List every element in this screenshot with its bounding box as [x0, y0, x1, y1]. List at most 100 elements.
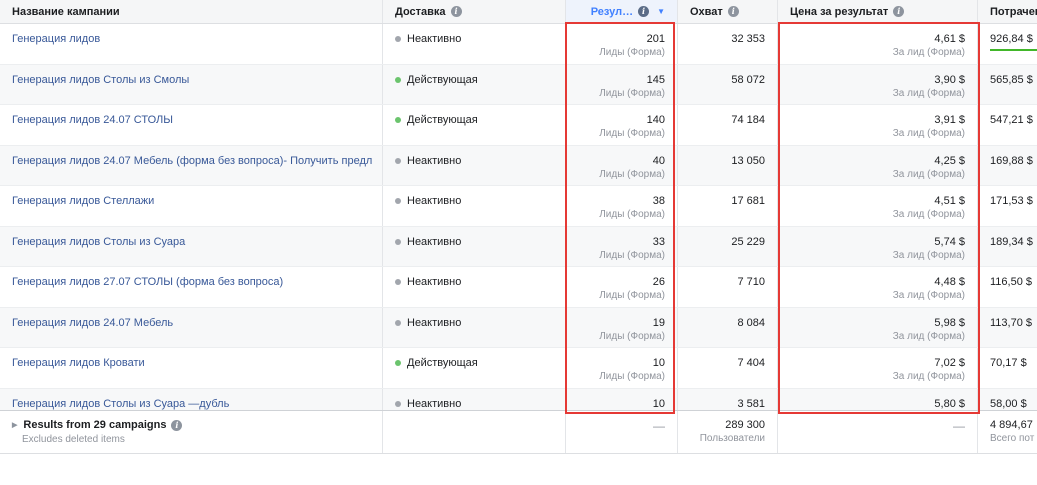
results-value: 19	[652, 316, 665, 329]
campaign-name-link[interactable]: Генерация лидов 24.07 Мебель	[12, 317, 173, 329]
status-dot-icon	[395, 360, 401, 366]
header-delivery[interactable]: Доставка i	[382, 0, 565, 23]
reach-value: 3 581	[737, 397, 765, 410]
cost-value: 4,61 $	[934, 33, 965, 45]
spent-cell: 113,70 $	[977, 307, 1037, 347]
results-value: 26	[652, 276, 665, 288]
delivery-cell: Неактивно	[382, 24, 565, 64]
campaign-name-cell: Генерация лидов Столы из Суара —дубль	[0, 389, 382, 411]
reach-value: 13 050	[731, 154, 765, 167]
delivery-cell: Неактивно	[382, 186, 565, 226]
cost-cell: 5,80 $	[777, 388, 977, 410]
table-row[interactable]: Генерация лидов Кровати Действующая 10 Л…	[0, 348, 1037, 389]
status-dot-icon	[395, 76, 401, 83]
reach-cell: 58 072	[677, 64, 777, 104]
spent-value: 116,50 $	[990, 276, 1033, 288]
reach-value: 58 072	[731, 73, 765, 86]
cost-type: За лид (Форма)	[892, 330, 965, 342]
results-cell: 40 Лиды (Форма)	[565, 145, 677, 185]
header-campaign-name[interactable]: Название кампании	[0, 0, 382, 23]
spent-value: 113,70 $	[990, 316, 1033, 329]
status-label: Действующая	[407, 73, 478, 86]
table-row[interactable]: Генерация лидов 24.07 Мебель (форма без …	[0, 145, 1037, 186]
expand-triangle-icon[interactable]: ▶	[12, 421, 17, 429]
table-row[interactable]: Генерация лидов Неактивно 201 Лиды (Форм…	[0, 24, 1037, 65]
campaign-name-link[interactable]: Генерация лидов 27.07 СТОЛЫ (форма без в…	[12, 276, 283, 288]
campaign-name-link[interactable]: Генерация лидов Столы из Суара	[12, 236, 185, 248]
table-row[interactable]: Генерация лидов Столы из Суара —дубль Не…	[0, 388, 1037, 411]
header-results[interactable]: Резул… i ▼	[565, 0, 677, 23]
reach-value: 25 229	[731, 235, 765, 248]
reach-value: 7 710	[737, 276, 765, 288]
cost-type: За лид (Форма)	[892, 371, 965, 382]
campaign-name-cell: Генерация лидов 24.07 Мебель	[0, 308, 382, 348]
reach-cell: 7 710	[677, 267, 777, 307]
campaigns-table: Название кампании Доставка i Резул… i ▼ Охв…	[0, 0, 1037, 410]
reach-cell: 17 681	[677, 186, 777, 226]
table-row[interactable]: Генерация лидов 27.07 СТОЛЫ (форма без в…	[0, 267, 1037, 308]
status-dot-icon	[395, 36, 401, 42]
header-reach[interactable]: Охват i	[677, 0, 777, 23]
footer-spent: 4 894,67 Всего пот	[977, 411, 1037, 453]
campaign-name-link[interactable]: Генерация лидов Столы из Суара —дубль	[12, 398, 229, 410]
sort-caret-icon[interactable]: ▼	[657, 7, 665, 16]
campaign-name-link[interactable]: Генерация лидов 24.07 СТОЛЫ	[12, 114, 173, 126]
results-cell: 145 Лиды (Форма)	[565, 64, 677, 104]
results-type: Лиды (Форма)	[599, 47, 665, 58]
cost-cell: 3,91 $ За лид (Форма)	[777, 105, 977, 145]
reach-value: 7 404	[737, 357, 765, 369]
campaign-name-link[interactable]: Генерация лидов Стеллажи	[12, 195, 154, 207]
spent-cell: 926,84 $	[977, 24, 1037, 64]
campaign-name-link[interactable]: Генерация лидов Кровати	[12, 357, 145, 369]
table-row[interactable]: Генерация лидов 24.07 Мебель Неактивно 1…	[0, 307, 1037, 348]
info-icon[interactable]: i	[450, 6, 462, 17]
cost-type: За лид (Форма)	[892, 128, 965, 139]
info-icon[interactable]: i	[171, 419, 183, 431]
status-label: Неактивно	[407, 195, 462, 207]
info-icon[interactable]: i	[893, 6, 905, 17]
results-type: Лиды (Форма)	[599, 87, 665, 99]
campaign-name-cell: Генерация лидов Столы из Смолы	[0, 65, 382, 105]
status-label: Действующая	[407, 357, 478, 369]
reach-cell: 13 050	[677, 145, 777, 185]
header-spent[interactable]: Потрачен	[977, 0, 1037, 23]
campaign-name-cell: Генерация лидов Столы из Суара	[0, 227, 382, 267]
results-type: Лиды (Форма)	[599, 168, 665, 180]
cost-type: За лид (Форма)	[892, 87, 965, 99]
results-type: Лиды (Форма)	[599, 209, 665, 220]
delivery-cell: Действующая	[382, 105, 565, 145]
results-value: 10	[652, 357, 665, 369]
cost-value: 7,02 $	[934, 357, 965, 369]
delivery-cell: Неактивно	[382, 388, 565, 410]
campaign-name-link[interactable]: Генерация лидов Столы из Смолы	[12, 74, 189, 86]
cost-type: За лид (Форма)	[892, 209, 965, 220]
cost-cell: 7,02 $ За лид (Форма)	[777, 348, 977, 388]
status-dot-icon	[395, 117, 401, 123]
spent-cell: 171,53 $	[977, 186, 1037, 226]
header-cost-per-result[interactable]: Цена за результат i	[777, 0, 977, 23]
results-cell: 33 Лиды (Форма)	[565, 226, 677, 266]
footer-subtitle: Excludes deleted items	[22, 434, 125, 445]
footer-results: —	[565, 411, 677, 453]
campaign-name-cell: Генерация лидов	[0, 24, 382, 64]
table-row[interactable]: Генерация лидов Столы из Суара Неактивно…	[0, 226, 1037, 267]
status-dot-icon	[395, 400, 401, 407]
table-row[interactable]: Генерация лидов Столы из Смолы Действующ…	[0, 64, 1037, 105]
delivery-cell: Неактивно	[382, 267, 565, 307]
table-row[interactable]: Генерация лидов 24.07 СТОЛЫ Действующая …	[0, 105, 1037, 146]
campaign-name-link[interactable]: Генерация лидов 24.07 Мебель (форма без …	[12, 155, 372, 167]
campaign-name-cell: Генерация лидов 24.07 Мебель (форма без …	[0, 146, 382, 186]
cost-cell: 5,98 $ За лид (Форма)	[777, 307, 977, 347]
results-value: 145	[646, 73, 665, 86]
results-value: 33	[652, 235, 665, 248]
cost-cell: 4,48 $ За лид (Форма)	[777, 267, 977, 307]
table-row[interactable]: Генерация лидов Стеллажи Неактивно 38 Ли…	[0, 186, 1037, 227]
info-icon[interactable]: i	[727, 6, 739, 17]
status-dot-icon	[395, 319, 401, 326]
results-value: 10	[652, 397, 665, 410]
info-icon[interactable]: i	[638, 6, 650, 17]
reach-cell: 32 353	[677, 24, 777, 64]
campaign-name-link[interactable]: Генерация лидов	[12, 33, 100, 45]
spent-value: 189,34 $	[990, 235, 1033, 248]
status-label: Неактивно	[407, 397, 462, 410]
